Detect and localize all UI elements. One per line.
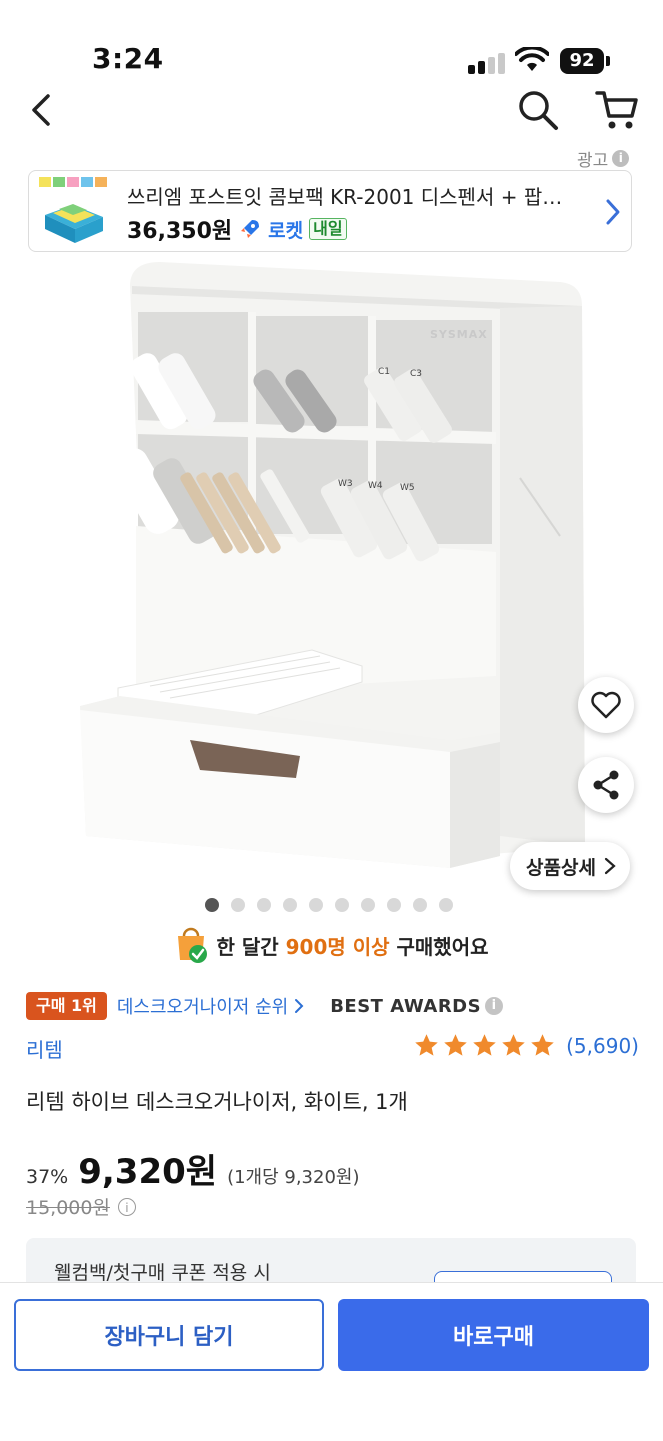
search-icon[interactable] (516, 88, 560, 132)
battery-cap (606, 56, 610, 66)
top-nav (0, 80, 663, 140)
review-count: (5,690) (566, 1033, 639, 1058)
purchase-count-note: 한 달간 900명 이상 구매했어요 (0, 926, 663, 964)
pagination-dot[interactable] (361, 898, 375, 912)
marker-label: C1 (378, 367, 390, 377)
best-awards-label: BEST AWARDS (330, 995, 482, 1017)
marker-label: W4 (368, 481, 383, 491)
ad-label: 광고 i (577, 146, 630, 171)
pagination-dot[interactable] (413, 898, 427, 912)
share-icon (593, 770, 619, 800)
cart-icon[interactable] (594, 88, 640, 132)
product-detail-button[interactable]: 상품상세 (510, 842, 630, 890)
ad-banner[interactable]: 쓰리엠 포스트잇 콤보팩 KR-2001 디스펜서 + 팝… 36,350원 로… (28, 170, 632, 252)
ad-price: 36,350원 (127, 219, 233, 244)
category-rank-link[interactable]: 데스크오거나이저 순위 (117, 993, 304, 1019)
delivery-badge: 내일 (309, 218, 347, 240)
signal-icon (468, 52, 508, 74)
product-image[interactable]: C1 C3 W3 W4 W5 SYSMAX (0, 256, 663, 896)
pagination-dot[interactable] (335, 898, 349, 912)
coupon-text: 웰컴백/첫구매 쿠폰 적용 시 (54, 1262, 271, 1284)
chevron-right-icon (606, 199, 620, 225)
wifi-icon (515, 47, 549, 71)
ad-price-row: 36,350원 로켓 내일 (127, 213, 347, 245)
brand-link[interactable]: 리템 (26, 1034, 63, 1063)
rank-badge: 구매 1위 (26, 992, 107, 1020)
brand-engraving: SYSMAX (430, 328, 488, 341)
star-rating (413, 1032, 556, 1059)
rocket-icon (241, 220, 260, 238)
purchase-note-post: 구매했어요 (389, 934, 489, 959)
original-price: 15,000원 (26, 1197, 110, 1219)
star-icon (473, 1034, 496, 1056)
ad-label-text: 광고 (577, 151, 609, 171)
purchase-note-highlight: 900명 이상 (285, 934, 390, 959)
ad-title: 쓰리엠 포스트잇 콤보팩 KR-2001 디스펜서 + 팝… (127, 185, 563, 209)
bottom-action-bar: 장바구니 담기 바로구매 (0, 1282, 663, 1441)
info-icon[interactable]: i (612, 150, 630, 167)
info-icon[interactable]: i (485, 997, 504, 1015)
chevron-right-icon (295, 999, 304, 1013)
original-price-row: 15,000원 i (26, 1193, 136, 1220)
rank-row: 구매 1위 데스크오거나이저 순위 BEST AWARDS i (26, 992, 504, 1020)
back-icon[interactable] (24, 90, 64, 130)
pagination-dot[interactable] (439, 898, 453, 912)
rating[interactable]: (5,690) (413, 1032, 639, 1059)
discount-rate: 37% (26, 1166, 69, 1188)
wishlist-button[interactable] (578, 677, 634, 733)
heart-icon (591, 691, 621, 719)
status-time: 3:24 (92, 42, 164, 75)
star-icon (502, 1034, 525, 1056)
product-detail-label: 상품상세 (526, 856, 596, 879)
star-icon (415, 1034, 438, 1056)
best-awards[interactable]: BEST AWARDS i (330, 995, 504, 1017)
star-icon (531, 1034, 554, 1056)
pagination-dot[interactable] (205, 898, 219, 912)
pagination-dot[interactable] (231, 898, 245, 912)
pagination-dot[interactable] (283, 898, 297, 912)
sale-price: 9,320원 (78, 1152, 218, 1192)
share-button[interactable] (578, 757, 634, 813)
star-icon (444, 1034, 467, 1056)
info-icon[interactable]: i (117, 1197, 136, 1216)
pagination-dot[interactable] (309, 898, 323, 912)
pagination-dot[interactable] (387, 898, 401, 912)
price-row: 37% 9,320원 (1개당 9,320원) (26, 1144, 360, 1193)
category-rank-label: 데스크오거나이저 순위 (116, 997, 289, 1018)
battery-indicator: 92 (560, 48, 604, 74)
add-to-cart-button[interactable]: 장바구니 담기 (14, 1299, 324, 1371)
rocket-label: 로켓 (268, 219, 304, 242)
image-pagination-dots[interactable] (205, 898, 453, 912)
product-title: 리템 하이브 데스크오거나이저, 화이트, 1개 (26, 1090, 408, 1114)
unit-price: (1개당 9,320원) (227, 1167, 360, 1188)
purchase-note-pre: 한 달간 (216, 934, 286, 959)
marker-label: W3 (338, 479, 353, 489)
shopping-bag-check-icon (178, 927, 208, 963)
buy-now-button[interactable]: 바로구매 (338, 1299, 649, 1371)
marker-label: W5 (400, 483, 415, 493)
status-bar: 3:24 92 (0, 0, 663, 90)
marker-label: C3 (410, 369, 422, 379)
chevron-right-icon (604, 857, 616, 875)
ad-product-thumbnail (39, 177, 107, 243)
pagination-dot[interactable] (257, 898, 271, 912)
